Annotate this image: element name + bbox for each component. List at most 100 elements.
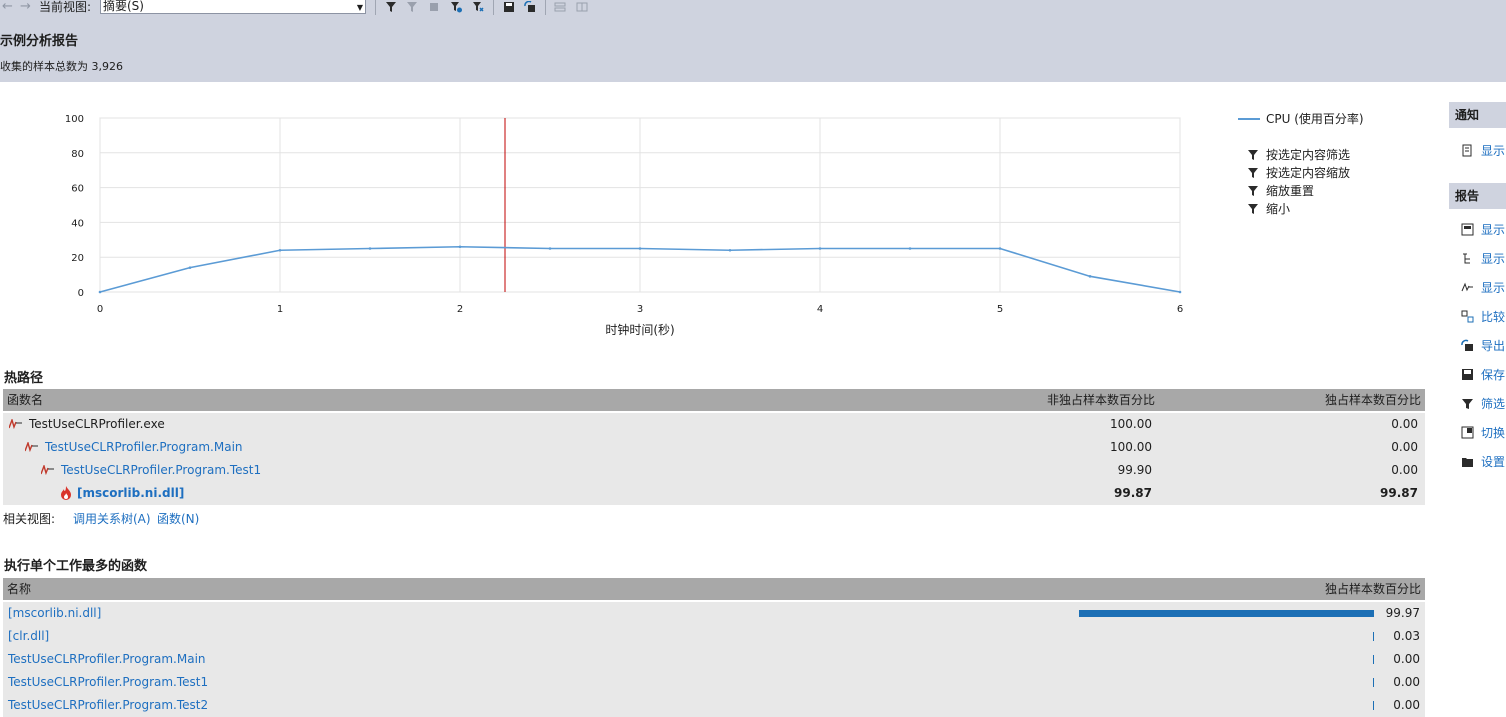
table-row[interactable]: TestUseCLRProfiler.Program.Main 100.00 0… (3, 436, 1425, 459)
exclusive-value: 0.00 (1391, 417, 1418, 431)
related-views-label: 相关视图: (3, 512, 56, 526)
report-show-summary-label: 显示 (1481, 223, 1506, 237)
function-link[interactable]: TestUseCLRProfiler.Program.Main (8, 648, 206, 671)
filter-icon (1248, 150, 1258, 160)
exclusive-value: 0.03 (1393, 629, 1420, 643)
exclusive-value: 0.00 (1391, 440, 1418, 454)
report-filter-label: 筛选 (1481, 397, 1506, 411)
report-export-label: 导出 (1481, 339, 1506, 353)
cpu-data-point (728, 248, 732, 252)
report-save-label: 保存 (1481, 368, 1506, 382)
col-name[interactable]: 名称 (7, 578, 31, 600)
percent-bar (1373, 701, 1374, 710)
col-exclusive[interactable]: 独占样本数百分比 (1325, 578, 1421, 600)
function-link[interactable]: TestUseCLRProfiler.Program.Test2 (8, 694, 208, 717)
notify-header: 通知 (1449, 102, 1506, 128)
compare-icon (1461, 310, 1474, 323)
zoom-out-label: 缩小 (1266, 202, 1291, 216)
inclusive-value: 100.00 (1110, 440, 1152, 454)
call-tree-link[interactable]: 调用关系树(A) (73, 510, 151, 527)
inclusive-value: 100.00 (1110, 417, 1152, 431)
function-link[interactable]: TestUseCLRProfiler.Program.Main (45, 436, 243, 459)
filter-add-icon[interactable] (450, 1, 462, 13)
chart-grid (99, 117, 1181, 293)
function-link[interactable]: TestUseCLRProfiler.Program.Test1 (61, 459, 261, 482)
save-icon (1462, 369, 1473, 380)
filter-icon[interactable] (385, 1, 397, 13)
top-functions-title: 执行单个工作最多的函数 (4, 559, 148, 574)
table-row[interactable]: [mscorlib.ni.dll] 99.97 (3, 602, 1425, 625)
document-icon (1462, 144, 1472, 157)
x-tick-label: 0 (97, 304, 103, 315)
current-view-select[interactable]: 摘要(S) ▼ (100, 0, 366, 14)
filter-icon (1462, 399, 1473, 409)
hot-path-icon (1461, 282, 1473, 292)
top-functions-header: 名称 独占样本数百分比 (3, 578, 1425, 600)
tree-icon (1463, 253, 1470, 264)
hot-path-icon (41, 465, 54, 475)
cpu-data-point (1088, 275, 1092, 278)
back-arrow-icon[interactable]: ← (2, 0, 13, 16)
filter-icon (1248, 186, 1258, 196)
related-views: 相关视图: 调用关系树(A) 函数(N) (3, 510, 199, 527)
exclusive-value: 0.00 (1391, 463, 1418, 477)
sample-count-text: 收集的样本总数为 3,926 (0, 60, 123, 73)
cpu-data-point (908, 247, 912, 250)
x-axis-ticks: 0 1 2 3 4 5 6 (97, 304, 1183, 315)
table-row[interactable]: TestUseCLRProfiler.exe 100.00 0.00 (3, 413, 1425, 436)
report-icon (1461, 223, 1474, 236)
cpu-data-point (368, 247, 372, 250)
table-row[interactable]: TestUseCLRProfiler.Program.Test1 99.90 0… (3, 459, 1425, 482)
percent-bar (1079, 610, 1374, 617)
report-header: 示例分析报告 收集的样本总数为 3,926 (0, 16, 1506, 82)
y-tick-label: 0 (78, 288, 84, 299)
toolbar-separator (375, 0, 376, 15)
function-link[interactable]: TestUseCLRProfiler.Program.Test1 (8, 671, 208, 694)
toolbar-separator (545, 0, 546, 15)
y-tick-label: 20 (71, 253, 84, 264)
report-settings-label: 设置 (1481, 455, 1506, 469)
x-tick-label: 5 (997, 304, 1003, 315)
y-tick-label: 60 (71, 184, 84, 195)
col-function-name[interactable]: 函数名 (7, 389, 43, 411)
chevron-down-icon: ▼ (356, 3, 363, 12)
save-icon[interactable] (503, 1, 515, 13)
report-header: 报告 (1449, 183, 1506, 209)
cpu-data-point (1178, 290, 1182, 294)
cpu-data-point (188, 266, 192, 269)
folder-settings-icon (1462, 458, 1473, 467)
function-link[interactable]: [mscorlib.ni.dll] (8, 602, 101, 625)
inclusive-value: 99.87 (1114, 486, 1152, 500)
cpu-data-point (818, 247, 822, 250)
filter-reset-icon[interactable] (472, 1, 484, 13)
function-link[interactable]: [mscorlib.ni.dll] (77, 482, 184, 505)
table-row[interactable]: TestUseCLRProfiler.Program.Test1 0.00 (3, 671, 1425, 694)
cpu-data-point (278, 248, 282, 252)
zoom-by-selection-label: 按选定内容缩放 (1266, 166, 1351, 180)
report-show-hotpath-label: 显示 (1481, 281, 1506, 295)
cpu-usage-chart[interactable]: 0 20 40 60 80 100 0 1 2 3 4 5 6 时钟时间(秒) (0, 100, 1220, 345)
current-view-label: 当前视图: (39, 0, 92, 14)
table-row[interactable]: [mscorlib.ni.dll] 99.87 99.87 (3, 482, 1425, 505)
percent-bar (1373, 678, 1374, 687)
toolbar-separator (493, 0, 494, 15)
export-icon[interactable] (524, 1, 536, 13)
table-row[interactable]: [clr.dll] 0.03 (3, 625, 1425, 648)
col-exclusive[interactable]: 独占样本数百分比 (1325, 389, 1421, 411)
filter-icon (1248, 168, 1258, 178)
report-title: 示例分析报告 (0, 34, 79, 49)
report-show-tree-label: 显示 (1481, 252, 1506, 266)
percent-bar (1373, 655, 1374, 664)
col-inclusive[interactable]: 非独占样本数百分比 (1047, 389, 1155, 411)
cpu-data-point (98, 290, 102, 294)
layout-rows-icon (554, 2, 566, 12)
table-row[interactable]: TestUseCLRProfiler.Program.Main 0.00 (3, 648, 1425, 671)
forward-arrow-icon[interactable]: → (20, 0, 31, 16)
current-view-value: 摘要(S) (103, 0, 144, 13)
filter-icon (1248, 204, 1258, 214)
y-tick-label: 40 (71, 218, 84, 229)
function-link[interactable]: [clr.dll] (8, 625, 49, 648)
functions-link[interactable]: 函数(N) (157, 510, 199, 527)
table-row[interactable]: TestUseCLRProfiler.Program.Test2 0.00 (3, 694, 1425, 717)
cpu-data-point (548, 247, 552, 250)
